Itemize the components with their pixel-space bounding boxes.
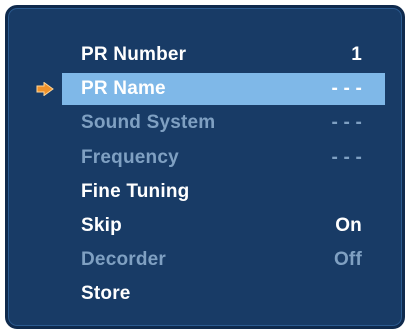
menu-item-frequency[interactable]: Frequency - - - [8,141,402,175]
menu-item-store[interactable]: Store [8,277,402,311]
channel-edit-menu: PR Number 1 PR Name - - - Sound System -… [8,38,402,312]
menu-item-value: - - - [331,78,362,100]
arrow-right-icon [36,82,54,97]
menu-item-pr-name[interactable]: PR Name - - - [8,72,402,106]
menu-item-label: Skip [81,215,122,237]
menu-item-decorder[interactable]: Decorder Off [8,243,402,277]
menu-item-sound-system[interactable]: Sound System - - - [8,106,402,140]
menu-item-label: PR Number [81,44,187,66]
menu-item-pr-number[interactable]: PR Number 1 [8,38,402,72]
menu-item-label: Sound System [81,112,216,134]
menu-item-value: 1 [351,44,362,66]
menu-item-label: Store [81,283,131,305]
menu-item-value: Off [333,249,362,271]
menu-item-label: Fine Tuning [81,180,190,202]
menu-item-label: Frequency [81,146,179,168]
screen: PR Number 1 PR Name - - - Sound System -… [0,0,411,335]
menu-item-fine-tuning[interactable]: Fine Tuning [8,175,402,209]
menu-item-value: On [335,215,362,237]
menu-item-label: Decorder [81,249,167,271]
menu-item-label: PR Name [81,78,166,100]
menu-item-skip[interactable]: Skip On [8,209,402,243]
osd-menu-panel: PR Number 1 PR Name - - - Sound System -… [5,5,405,329]
menu-item-value: - - - [331,146,362,168]
menu-item-value: - - - [331,112,362,134]
